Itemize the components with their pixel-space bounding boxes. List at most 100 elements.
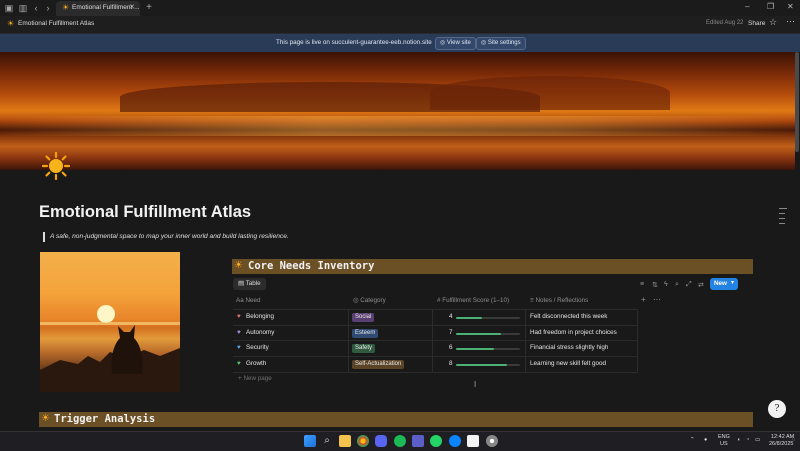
column-header-label: Category [360, 297, 386, 304]
table-row[interactable]: ♥ Growth Self-Actualization 8 Learning n… [233, 356, 638, 373]
close-tab-icon[interactable]: ✕ [129, 3, 135, 11]
volume-icon[interactable]: ◖ [737, 437, 740, 443]
microphone-icon[interactable]: ● [704, 437, 707, 443]
more-icon[interactable]: ⋯ [786, 16, 795, 27]
sort-icon[interactable]: ⇅ [652, 281, 658, 289]
category-tag[interactable]: Esteem [352, 329, 379, 338]
table-row[interactable]: ♥ Belonging Social 4 Felt disconnected t… [233, 309, 638, 325]
edge-icon[interactable] [449, 435, 461, 447]
notes-cell[interactable]: Had freedom in project choices [530, 329, 617, 336]
cat-sunset-image [40, 252, 180, 392]
score-bar [456, 364, 520, 366]
language-indicator[interactable]: ENG [718, 434, 730, 440]
chrome-icon[interactable] [357, 435, 369, 447]
scrollbar[interactable] [795, 52, 799, 152]
view-site-button[interactable]: ◎ View site [435, 37, 476, 50]
need-cell[interactable]: Growth [246, 360, 266, 367]
notification-icon[interactable]: ◌ [792, 437, 795, 443]
outline-marker[interactable] [779, 208, 787, 209]
expand-icon[interactable]: ⤢ [686, 281, 692, 289]
need-cell[interactable]: Autonomy [246, 329, 274, 336]
column-header-score[interactable]: # Fulfillment Score (1–10) [437, 297, 509, 304]
wifi-icon[interactable]: ◔ [746, 437, 749, 443]
more-icon[interactable]: ⋯ [653, 295, 661, 304]
column-header-notes[interactable]: ≡ Notes / Reflections [530, 297, 588, 304]
score-cell[interactable]: 7 [449, 329, 453, 336]
minimize-icon[interactable]: – [745, 2, 749, 11]
windows-start-icon[interactable] [304, 435, 316, 447]
column-header-category[interactable]: ◎ Category [353, 297, 386, 304]
globe-icon: ◎ [440, 40, 447, 46]
lightning-icon[interactable]: ϟ [664, 281, 668, 288]
search-icon[interactable]: ⌕ [675, 281, 679, 289]
forward-icon[interactable]: › [43, 3, 53, 13]
score-cell[interactable]: 4 [449, 313, 453, 320]
notes-cell[interactable]: Learning new skill felt good [530, 360, 606, 367]
column-header-need[interactable]: Aa Need [236, 297, 261, 304]
score-bar-fill [456, 317, 482, 319]
column-header-label: Fulfillment Score (1–10) [442, 297, 510, 304]
table-row[interactable]: ♥ Security Safety 6 Financial stress sli… [233, 340, 638, 356]
table-row[interactable]: ♥ Autonomy Esteem 7 Had freedom in proje… [233, 325, 638, 341]
filter-icon[interactable]: ≡ [640, 281, 644, 288]
close-window-icon[interactable]: ✕ [787, 2, 794, 11]
column-divider [432, 310, 433, 372]
site-settings-button[interactable]: ◎ Site settings [476, 37, 526, 50]
page-header: ☀ Emotional Fulfillment Atlas Edited Aug… [0, 16, 800, 34]
chevron-down-icon[interactable]: ▾ [731, 279, 734, 286]
sidebar-toggle-icon[interactable]: ▥ [18, 3, 28, 13]
edited-timestamp: Edited Aug 22 [706, 20, 744, 26]
view-tab-table[interactable]: ▤ Table [233, 278, 266, 290]
need-cell[interactable]: Security [246, 344, 269, 351]
file-explorer-icon[interactable] [339, 435, 351, 447]
score-bar [456, 348, 520, 350]
sun-icon: ☀ [7, 19, 15, 28]
clock-date[interactable]: 26/8/2025 [769, 441, 793, 447]
view-tab-label: Table [245, 280, 261, 287]
score-cell[interactable]: 8 [449, 360, 453, 367]
help-button[interactable]: ? [768, 400, 786, 418]
category-tag[interactable]: Safety [352, 344, 376, 353]
spotify-icon[interactable] [394, 435, 406, 447]
battery-icon[interactable]: ▭ [755, 437, 760, 443]
region-indicator[interactable]: US [720, 441, 728, 447]
category-tag[interactable]: Self-Actualization [352, 360, 405, 369]
category-tag[interactable]: Social [352, 313, 375, 322]
score-bar [456, 317, 520, 319]
browser-menu-icon[interactable]: ▣ [4, 3, 14, 13]
table-icon: ▤ [238, 280, 246, 287]
page-title: Emotional Fulfillment Atlas [39, 203, 252, 221]
add-column-icon[interactable]: + [641, 295, 646, 304]
teams-icon[interactable] [412, 435, 424, 447]
live-banner: This page is live on succulent-guarantee… [0, 34, 800, 52]
new-page-row[interactable]: + New page [238, 375, 272, 382]
browser-app-icon[interactable] [486, 435, 498, 447]
need-cell[interactable]: Belonging [246, 313, 274, 320]
notes-cell[interactable]: Felt disconnected this week [530, 313, 607, 320]
new-tab-button[interactable]: + [144, 3, 154, 13]
live-banner-text: This page is live on succulent-guarantee… [276, 39, 432, 46]
whatsapp-icon[interactable] [430, 435, 442, 447]
chevron-up-icon[interactable]: ⌃ [690, 437, 695, 443]
score-bar-fill [456, 348, 495, 350]
clock-time[interactable]: 12:42 AM [771, 434, 794, 440]
heart-icon: ♥ [237, 344, 241, 351]
notion-icon[interactable] [467, 435, 479, 447]
new-button[interactable]: New ▾ [710, 278, 738, 290]
outline-marker[interactable] [779, 223, 785, 224]
search-icon[interactable]: ⌕ [321, 435, 333, 447]
tab-emotional-fulfillment[interactable]: ☀ Emotional Fulfillment ... ✕ [56, 1, 140, 16]
score-cell[interactable]: 6 [449, 344, 453, 351]
back-icon[interactable]: ‹ [31, 3, 41, 13]
outline-marker[interactable] [779, 213, 785, 214]
maximize-icon[interactable]: ❐ [767, 2, 774, 11]
outline-marker[interactable] [779, 218, 785, 219]
breadcrumb-page[interactable]: Emotional Fulfillment Atlas [18, 20, 94, 27]
share-button[interactable]: Share [748, 20, 765, 27]
settings-icon: ◎ [481, 40, 488, 46]
settings-icon[interactable]: ⇄ [698, 281, 704, 289]
sun-page-icon[interactable] [42, 152, 70, 180]
star-icon[interactable]: ☆ [769, 17, 777, 28]
discord-icon[interactable] [375, 435, 387, 447]
notes-cell[interactable]: Financial stress slightly high [530, 344, 608, 351]
